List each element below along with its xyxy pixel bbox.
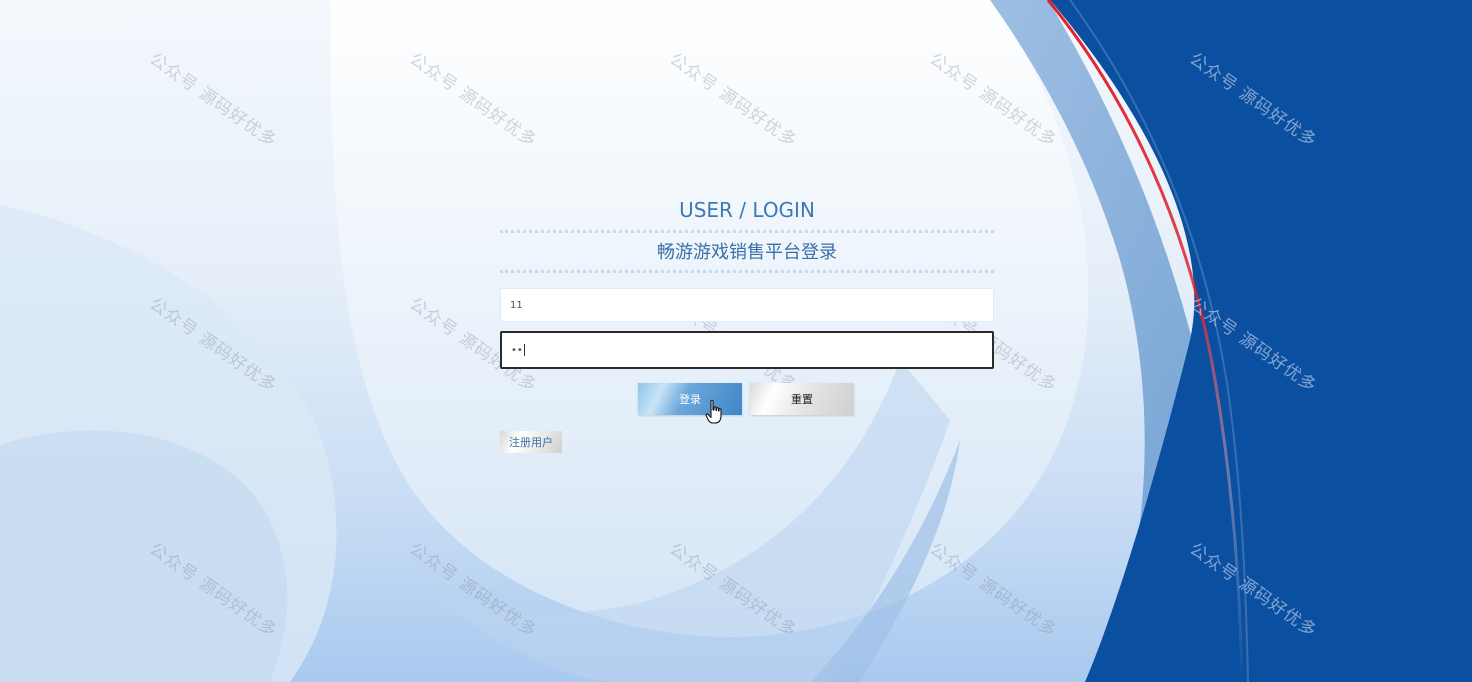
login-title-cn: 畅游游戏销售平台登录 <box>657 242 837 263</box>
username-input[interactable]: 11 <box>500 288 994 322</box>
divider <box>500 230 994 233</box>
password-value: •• <box>511 344 523 356</box>
username-value: 11 <box>510 299 523 311</box>
login-form: USER / LOGIN 畅游游戏销售平台登录 11 •• 登录 重置 注册用户 <box>500 196 994 453</box>
login-button[interactable]: 登录 <box>638 383 742 415</box>
password-input[interactable]: •• <box>500 331 994 369</box>
divider <box>500 270 994 273</box>
reset-button[interactable]: 重置 <box>750 383 854 415</box>
login-page: 公众号 源码好优多 公众号 源码好优多 公众号 源码好优多 公众号 源码好优多 … <box>0 0 1472 682</box>
login-title-en: USER / LOGIN <box>679 198 815 222</box>
text-caret <box>523 344 525 356</box>
hand-pointer-icon <box>705 399 722 424</box>
register-button[interactable]: 注册用户 <box>500 431 562 453</box>
